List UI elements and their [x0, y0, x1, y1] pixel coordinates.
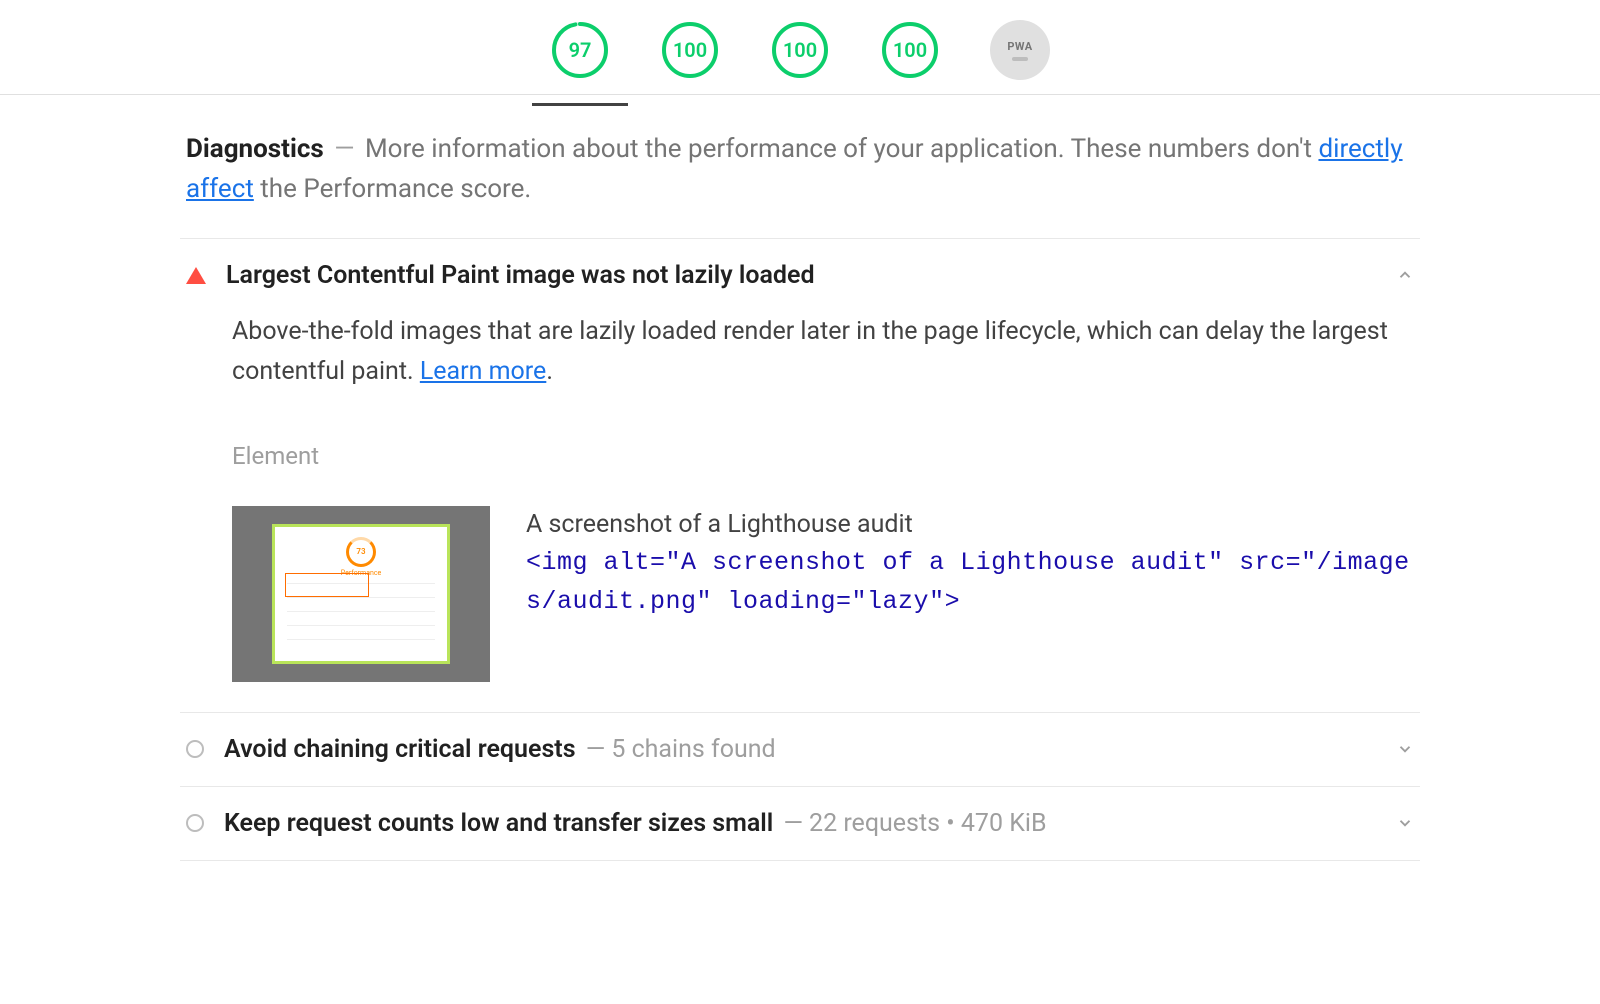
element-thumbnail: 73 Performance	[232, 506, 490, 682]
element-text: A screenshot of a Lighthouse audit <img …	[526, 506, 1414, 622]
score-value: 100	[673, 38, 707, 62]
element-code-snippet: <img alt="A screenshot of a Lighthouse a…	[526, 544, 1414, 622]
pwa-label: PWA	[1007, 40, 1032, 53]
element-row: 73 Performance A screenshot of a Lightho…	[232, 506, 1414, 682]
main-content: Diagnostics — More information about the…	[180, 95, 1420, 861]
audit-body: Above-the-fold images that are lazily lo…	[180, 312, 1420, 712]
audit-header[interactable]: Keep request counts low and transfer siz…	[180, 787, 1420, 860]
diagnostics-label: Diagnostics	[186, 134, 324, 164]
audit-title: Avoid chaining critical requests —5 chai…	[224, 735, 776, 764]
chevron-down-icon	[1396, 740, 1414, 758]
score-value: 97	[569, 38, 592, 62]
chevron-up-icon	[1396, 266, 1414, 284]
audit-lcp-lazy: Largest Contentful Paint image was not l…	[180, 239, 1420, 713]
learn-more-link[interactable]: Learn more	[420, 357, 546, 386]
score-topbar: 97 100 100 100 PWA	[0, 0, 1600, 95]
score-best-practices[interactable]: 100	[770, 20, 830, 80]
score-seo[interactable]: 100	[880, 20, 940, 80]
score-accessibility[interactable]: 100	[660, 20, 720, 80]
chevron-down-icon	[1396, 814, 1414, 832]
audit-header[interactable]: Largest Contentful Paint image was not l…	[180, 239, 1420, 312]
element-caption: A screenshot of a Lighthouse audit	[526, 506, 1414, 545]
element-label: Element	[232, 442, 1414, 506]
audit-title: Largest Contentful Paint image was not l…	[226, 261, 815, 290]
score-value: 100	[783, 38, 817, 62]
audit-request-counts: Keep request counts low and transfer siz…	[180, 787, 1420, 861]
score-pwa[interactable]: PWA	[990, 20, 1050, 80]
active-tab-underline	[532, 103, 628, 106]
pwa-bar-icon	[1012, 57, 1028, 61]
audit-header[interactable]: Avoid chaining critical requests —5 chai…	[180, 713, 1420, 786]
dash: —	[330, 134, 358, 164]
audit-title: Keep request counts low and transfer siz…	[224, 809, 1047, 838]
audit-description: Above-the-fold images that are lazily lo…	[232, 312, 1414, 442]
score-performance[interactable]: 97	[550, 20, 610, 80]
score-value: 100	[893, 38, 927, 62]
neutral-circle-icon	[186, 740, 204, 758]
diagnostics-header: Diagnostics — More information about the…	[180, 129, 1420, 239]
diagnostics-desc: More information about the performance o…	[186, 134, 1403, 204]
audit-critical-chains: Avoid chaining critical requests —5 chai…	[180, 713, 1420, 787]
fail-triangle-icon	[186, 267, 206, 284]
neutral-circle-icon	[186, 814, 204, 832]
